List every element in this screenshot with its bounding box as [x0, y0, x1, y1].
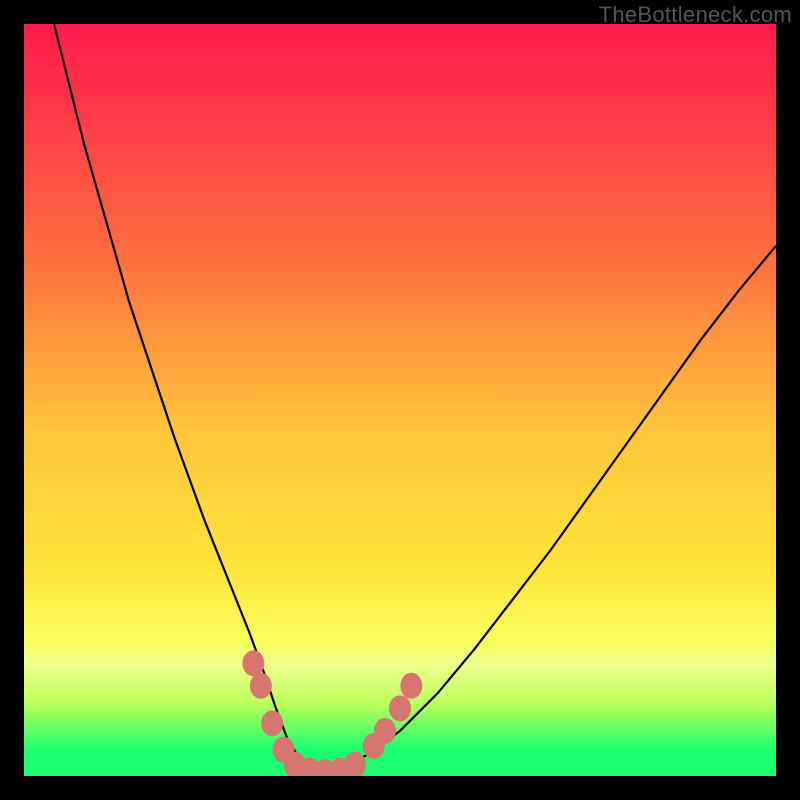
data-marker — [250, 673, 272, 699]
data-marker — [400, 673, 422, 699]
bottleneck-chart — [24, 24, 776, 776]
data-marker — [389, 695, 411, 721]
data-marker — [261, 710, 283, 736]
data-marker — [374, 718, 396, 744]
gradient-background — [24, 24, 776, 776]
chart-frame — [24, 24, 776, 776]
watermark-text: TheBottleneck.com — [599, 2, 792, 28]
data-marker — [242, 650, 264, 676]
